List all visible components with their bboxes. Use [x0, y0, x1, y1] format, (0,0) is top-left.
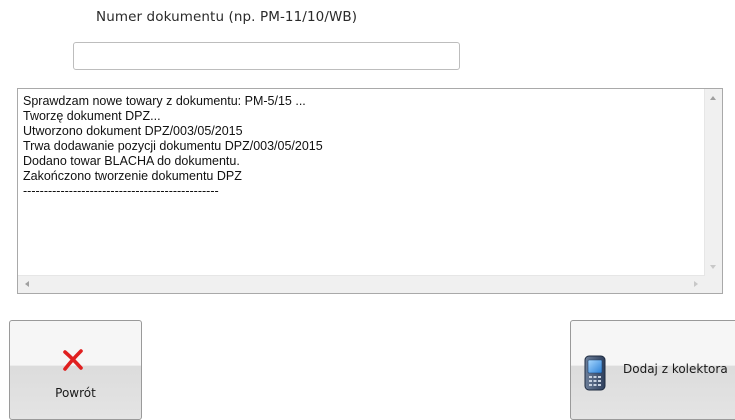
scroll-left-arrow-icon[interactable] [25, 281, 29, 287]
close-icon [63, 349, 83, 371]
back-button-label: Powrót [55, 386, 96, 400]
vertical-scrollbar[interactable] [704, 89, 722, 276]
log-line: Dodano towar BLACHA do dokumentu. [23, 154, 240, 168]
log-line: Sprawdzam nowe towary z dokumentu: PM-5/… [23, 94, 306, 108]
scrollbar-corner [705, 276, 722, 293]
add-from-collector-button[interactable]: Dodaj z kolektora [570, 320, 735, 420]
back-button[interactable]: Powrót [9, 320, 142, 420]
log-line: Tworzę dokument DPZ... [23, 109, 161, 123]
horizontal-scrollbar[interactable] [18, 275, 705, 293]
document-number-label: Numer dokumentu (np. PM-11/10/WB) [96, 9, 358, 25]
document-number-input[interactable] [73, 42, 460, 70]
scroll-up-arrow-icon[interactable] [710, 96, 716, 100]
log-lines: Sprawdzam nowe towary z dokumentu: PM-5/… [23, 94, 323, 199]
log-line: ----------------------------------------… [23, 184, 219, 198]
log-line: Utworzono dokument DPZ/003/05/2015 [23, 124, 243, 138]
scroll-right-arrow-icon[interactable] [694, 281, 698, 287]
log-line: Zakończono tworzenie dokumentu DPZ [23, 169, 242, 183]
handheld-device-icon [584, 355, 606, 391]
scroll-down-arrow-icon[interactable] [710, 265, 716, 269]
log-line: Trwa dodawanie pozycji dokumentu DPZ/003… [23, 139, 323, 153]
log-output[interactable]: Sprawdzam nowe towary z dokumentu: PM-5/… [17, 88, 723, 294]
add-from-collector-button-label: Dodaj z kolektora [623, 362, 728, 376]
